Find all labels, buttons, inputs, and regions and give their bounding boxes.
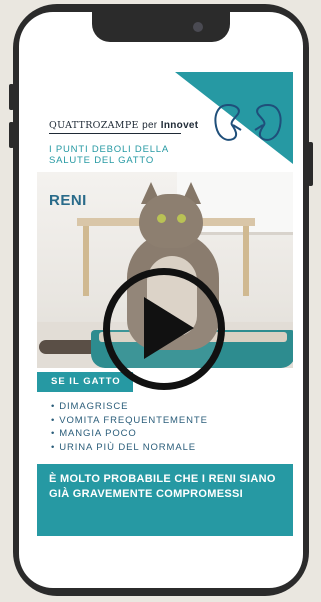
post-heading: RENI	[49, 192, 87, 209]
symptom-item: VOMITA FREQUENTEMENTE	[51, 414, 208, 428]
section-tag: SE IL GATTO	[37, 372, 133, 392]
symptom-item: DIMAGRISCE	[51, 400, 208, 414]
kidney-icon-right	[254, 103, 282, 141]
subtitle-line-1: I PUNTI DEBOLI DELLA	[49, 144, 170, 155]
phone-screen: QUATTROZAMPE per Innovet I PUNTI DEBOLI …	[19, 12, 303, 588]
camera-icon	[193, 22, 203, 32]
symptom-item: URINA PIÙ DEL NORMALE	[51, 441, 208, 455]
brand-partner: Innovet	[160, 120, 199, 131]
brand-connector: per	[142, 120, 158, 131]
subtitle-line-2: SALUTE DEL GATTO	[49, 155, 155, 166]
cat-eye-right	[177, 214, 186, 223]
power-button	[308, 142, 313, 186]
brand-underline	[49, 133, 181, 134]
volume-button-top	[9, 84, 14, 110]
brand-logo: QUATTROZAMPE per Innovet	[49, 120, 198, 131]
symptom-item: MANGIA POCO	[51, 427, 208, 441]
conclusion-text: È MOLTO PROBABILE CHE I RENI SIANO GIÀ G…	[49, 473, 276, 500]
video-post[interactable]: QUATTROZAMPE per Innovet I PUNTI DEBOLI …	[37, 72, 293, 536]
phone-notch	[92, 12, 230, 42]
brand-name: QUATTROZAMPE	[49, 120, 139, 131]
post-subtitle: I PUNTI DEBOLI DELLA SALUTE DEL GATTO	[49, 144, 169, 166]
volume-button-bottom	[9, 122, 14, 148]
photo-table-leg-right	[243, 226, 249, 296]
photo-table-leg-left	[83, 226, 89, 296]
play-icon[interactable]	[144, 297, 194, 359]
symptom-list: DIMAGRISCE VOMITA FREQUENTEMENTE MANGIA …	[51, 400, 208, 454]
kidney-icon	[214, 103, 242, 141]
cat-head	[139, 194, 203, 248]
cat-eye-left	[157, 214, 166, 223]
